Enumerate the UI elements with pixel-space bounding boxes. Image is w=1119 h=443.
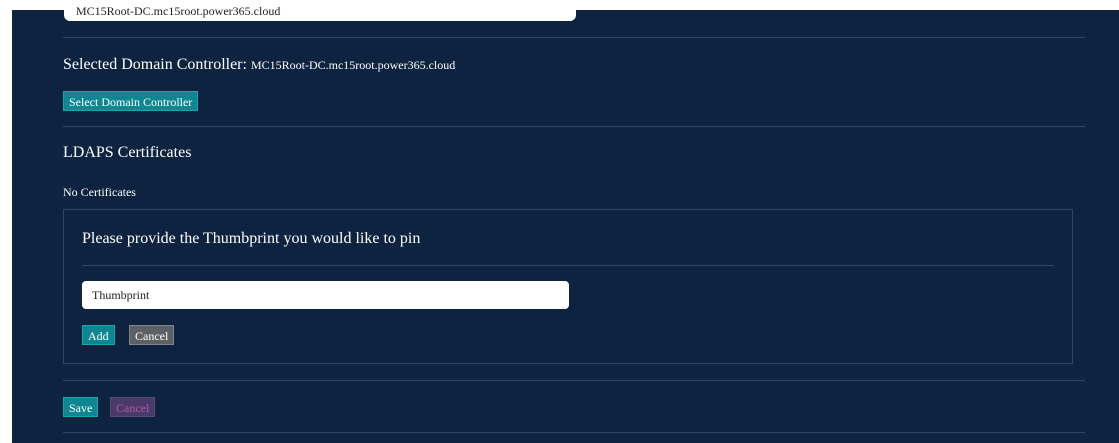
selected-dc-label: Selected Domain Controller: bbox=[63, 56, 247, 73]
domain-controller-input[interactable]: MC15Root-DC.mc15root.power365.cloud bbox=[64, 2, 576, 21]
settings-panel: MC15Root-DC.mc15root.power365.cloud Sele… bbox=[12, 2, 1119, 443]
inner-cancel-button[interactable]: Cancel bbox=[129, 325, 175, 345]
thumbprint-pin-box: Please provide the Thumbprint you would … bbox=[63, 209, 1073, 364]
divider bbox=[82, 265, 1054, 266]
selected-domain-controller: Selected Domain Controller: MC15Root-DC.… bbox=[63, 56, 455, 74]
divider bbox=[63, 37, 1085, 38]
divider bbox=[63, 432, 1085, 433]
ldaps-certificates-title: LDAPS Certificates bbox=[63, 144, 192, 161]
divider bbox=[63, 380, 1085, 381]
thumbprint-input[interactable] bbox=[82, 281, 569, 309]
selected-dc-value: MC15Root-DC.mc15root.power365.cloud bbox=[250, 58, 456, 72]
no-certificates-text: No Certificates bbox=[63, 185, 136, 199]
cancel-button[interactable]: Cancel bbox=[110, 397, 156, 417]
add-button[interactable]: Add bbox=[82, 325, 115, 345]
pin-prompt: Please provide the Thumbprint you would … bbox=[82, 230, 421, 247]
save-button[interactable]: Save bbox=[63, 397, 99, 417]
select-domain-controller-button[interactable]: Select Domain Controller bbox=[63, 91, 199, 111]
divider bbox=[63, 126, 1085, 127]
